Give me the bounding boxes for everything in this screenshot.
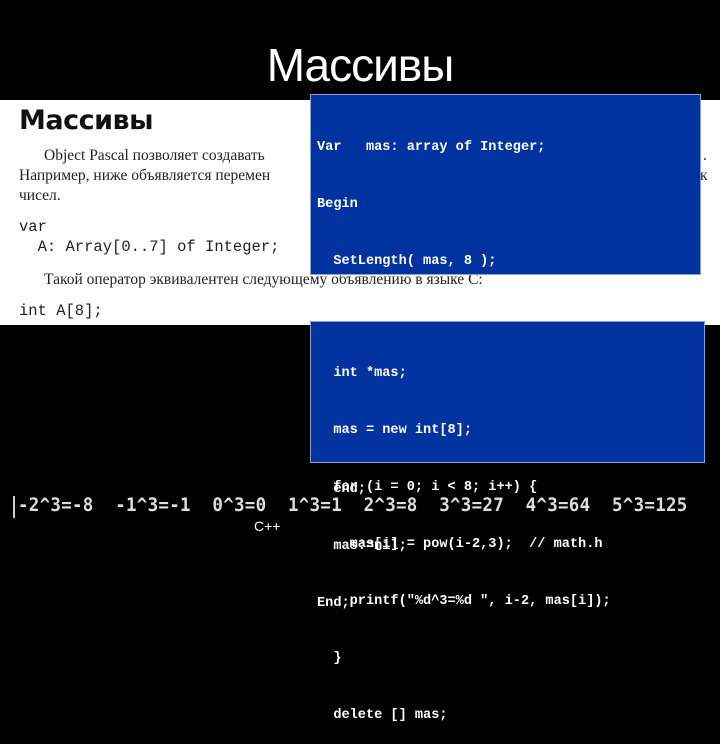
code-line: Begin xyxy=(317,197,358,212)
document-code-c: int A[8]; xyxy=(19,302,103,320)
cpp-code-box: int *mas; mas = new int[8]; for (i = 0; … xyxy=(310,321,705,723)
document-paragraph-line: Например, ниже объявляется перемен xyxy=(19,167,271,184)
slide-title: Массивы xyxy=(266,39,455,91)
document-text-fragment: к xyxy=(700,167,708,184)
document-code-var: var xyxy=(19,218,47,236)
code-line: printf("%d^3=%d ", i-2, mas[i]); xyxy=(317,594,611,609)
cpp-caption: C++ xyxy=(254,518,281,534)
code-line: } xyxy=(317,651,342,666)
code-line: Var mas: array of Integer; xyxy=(317,140,546,155)
code-line: int *mas; xyxy=(317,366,407,381)
document-paragraph-line: чисел. xyxy=(19,187,61,204)
document-paragraph-line: Object Pascal позволяет создавать xyxy=(44,147,265,164)
console-output: -2^3=-8 -1^3=-1 0^3=0 1^3=1 2^3=8 3^3=27… xyxy=(18,494,688,516)
code-line: SetLength( mas, 8 ); xyxy=(317,254,497,269)
code-line: delete [] mas; xyxy=(317,708,448,723)
document-text-fragment: . xyxy=(703,147,707,164)
document-heading: Массивы xyxy=(19,105,154,136)
console-cursor xyxy=(13,496,15,518)
code-line: mas[i] = pow(i-2,3); // math.h xyxy=(317,537,603,552)
pascal-code-box: Var mas: array of Integer; Begin SetLeng… xyxy=(310,94,701,611)
code-line: mas = new int[8]; xyxy=(317,423,472,438)
document-code-declaration: A: Array[0..7] of Integer; xyxy=(19,238,280,256)
